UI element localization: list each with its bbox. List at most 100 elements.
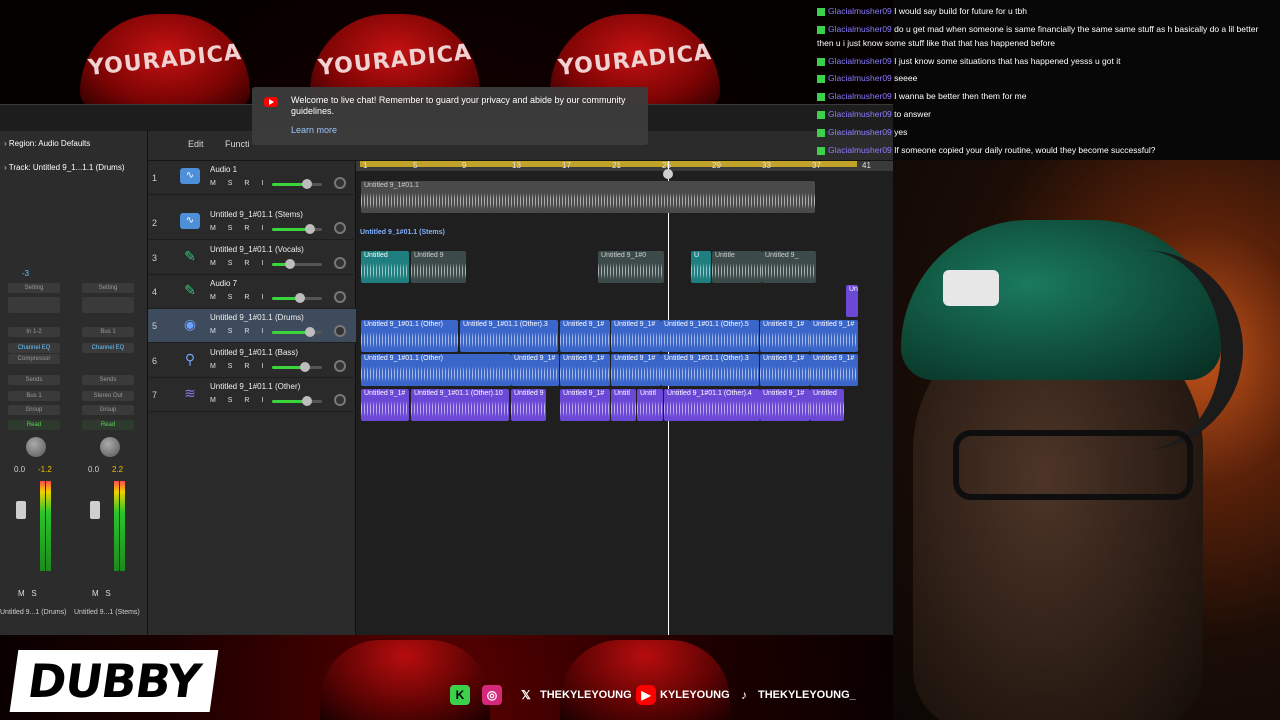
volume-handle[interactable] (302, 179, 312, 189)
volume-handle[interactable] (299, 362, 310, 372)
track-mute-solo-record-buttons[interactable]: M S R I (210, 397, 268, 404)
track-name[interactable]: Untitled 9_1#01.1 (Drums) (210, 313, 304, 322)
audio-region[interactable]: Untitled 9_1# (560, 389, 610, 421)
edit-menu[interactable]: Edit (188, 139, 204, 149)
audio-region[interactable]: Untitled 9_1#01.1 (Other).10 (411, 389, 509, 421)
audio-region[interactable]: Untitled 9_1#01.1 (Other) (361, 320, 458, 352)
mute-solo-buttons[interactable]: M S (18, 589, 37, 598)
mute-solo-buttons[interactable]: M S (92, 589, 111, 598)
audio-region[interactable]: Untitled 9_1# (560, 354, 610, 386)
chat-username[interactable]: Glacialmusher09 (828, 109, 892, 119)
audio-region[interactable]: Untitled 9 (511, 389, 546, 421)
volume-slider[interactable] (272, 293, 322, 303)
channel-eq-slot[interactable]: Channel EQ (82, 343, 134, 353)
setting-button[interactable]: Setting (82, 283, 134, 293)
audio-region[interactable]: Untitl (611, 389, 636, 421)
setting-button[interactable]: Setting (8, 283, 60, 293)
track-name[interactable]: Audio 1 (210, 165, 237, 174)
chat-username[interactable]: Glacialmusher09 (828, 6, 892, 16)
eq-thumbnail[interactable] (82, 297, 134, 313)
audio-region[interactable]: Untitled 9_1# (560, 320, 610, 352)
track-mute-solo-record-buttons[interactable]: M S R I (210, 363, 268, 370)
compressor-slot[interactable]: Compressor (8, 354, 60, 364)
playhead-handle[interactable] (663, 169, 673, 179)
audio-region[interactable]: Untitled 9_1# (611, 354, 661, 386)
volume-fader[interactable] (90, 501, 100, 519)
functions-menu[interactable]: Functi (225, 139, 250, 149)
input-slot[interactable]: In 1-2 (8, 327, 60, 337)
volume-handle[interactable] (294, 293, 305, 303)
volume-handle[interactable] (304, 224, 315, 234)
volume-handle[interactable] (304, 327, 315, 337)
audio-region[interactable]: Untitled 9 (411, 251, 466, 283)
chat-username[interactable]: Glacialmusher09 (828, 91, 892, 101)
audio-region[interactable]: Untitled 9_1# (760, 389, 810, 421)
group-slot[interactable]: Group (8, 405, 60, 415)
group-slot[interactable]: Group (82, 405, 134, 415)
audio-region[interactable]: Untitled 9_1#01.1 (Other) (361, 354, 511, 386)
pan-knob[interactable] (26, 437, 46, 457)
track-name[interactable]: Untitled 9_1#01.1 (Bass) (210, 348, 298, 357)
pan-knob[interactable] (334, 177, 346, 189)
cycle-range[interactable] (360, 161, 857, 167)
audio-region[interactable]: Untitled 9_1# (760, 320, 810, 352)
volume-slider[interactable] (272, 362, 322, 372)
eq-thumbnail[interactable] (8, 297, 60, 313)
learn-more-link[interactable]: Learn more (291, 125, 337, 135)
audio-region[interactable]: Untitled 9_1#01.1 (Other).3 (661, 354, 759, 386)
region-inspector[interactable]: › Region: Audio Defaults (4, 139, 90, 148)
audio-region[interactable]: Untitled 9_1# (511, 354, 559, 386)
channel-eq-slot[interactable]: Channel EQ (8, 343, 60, 353)
audio-region[interactable]: Untitled 9_1# (611, 320, 661, 352)
chat-username[interactable]: Glacialmusher09 (828, 127, 892, 137)
audio-region[interactable]: Untitled (810, 389, 844, 421)
chat-username[interactable]: Glacialmusher09 (828, 73, 892, 83)
pan-knob[interactable] (334, 325, 346, 337)
track-mute-solo-record-buttons[interactable]: M S R I (210, 260, 268, 267)
audio-region[interactable]: Untitled 9_1#01.1 (361, 181, 815, 213)
pan-knob[interactable] (334, 222, 346, 234)
track-name[interactable]: Audio 7 (210, 279, 237, 288)
audio-region[interactable]: Untitled 9_ (762, 251, 816, 283)
track-header[interactable]: 6 ⚲ Untitled 9_1#01.1 (Bass) M S R I (148, 344, 356, 378)
pan-knob[interactable] (334, 394, 346, 406)
pan-knob[interactable] (334, 257, 346, 269)
volume-slider[interactable] (272, 259, 322, 269)
track-mute-solo-record-buttons[interactable]: M S R I (210, 328, 268, 335)
audio-region[interactable]: Untitl (637, 389, 663, 421)
audio-region[interactable]: Untitled 9_1# (810, 320, 858, 352)
audio-region[interactable]: Untitled (361, 251, 409, 283)
pan-knob[interactable] (100, 437, 120, 457)
audio-region[interactable]: Un (846, 285, 858, 317)
track-mute-solo-record-buttons[interactable]: M S R I (210, 225, 268, 232)
arrange-area[interactable]: 1 5 9 13 17 21 25 29 33 37 41 Untitled 9_1#01.1 Unt… (356, 161, 893, 635)
volume-slider[interactable] (272, 396, 322, 406)
chat-username[interactable]: Glacialmusher09 (828, 56, 892, 66)
track-name[interactable]: Untitled 9_1#01.1 (Vocals) (210, 245, 304, 254)
track-header[interactable]: 1 ∿ Audio 1 M S R I (148, 161, 356, 195)
track-header[interactable]: 5 ◉ Untitled 9_1#01.1 (Drums) M S R I (148, 309, 356, 343)
track-header[interactable]: 3 ✎ Untitled 9_1#01.1 (Vocals) M S R I (148, 241, 356, 275)
audio-region[interactable]: Untitled 9_1#0 (598, 251, 664, 283)
volume-slider[interactable] (272, 224, 322, 234)
automation-mode[interactable]: Read (8, 420, 60, 430)
track-header[interactable]: 2 ∿ Untitled 9_1#01.1 (Stems) M S R I (148, 206, 356, 240)
audio-region[interactable]: Untitled 9_1#01.1 (Other).4 (664, 389, 760, 421)
track-name[interactable]: Untitled 9_1#01.1 (Stems) (210, 210, 303, 219)
chat-username[interactable]: Glacialmusher09 (828, 145, 892, 155)
folder-region-label[interactable]: Untitled 9_1#01.1 (Stems) (360, 229, 445, 236)
audio-region[interactable]: Untitled 9_1#01.1 (Other).5 (661, 320, 759, 352)
volume-fader[interactable] (16, 501, 26, 519)
send-slot[interactable]: Bus 1 (8, 391, 60, 401)
output-slot[interactable]: Stereo Out (82, 391, 134, 401)
track-header[interactable]: 4 ✎ Audio 7 M S R I (148, 275, 356, 309)
volume-slider[interactable] (272, 327, 322, 337)
audio-region[interactable]: U (691, 251, 711, 283)
volume-handle[interactable] (284, 259, 295, 269)
automation-mode[interactable]: Read (82, 420, 134, 430)
chat-username[interactable]: Glacialmusher09 (828, 24, 892, 34)
pan-knob[interactable] (334, 360, 346, 372)
audio-region[interactable]: Untitled 9_1# (760, 354, 810, 386)
volume-slider[interactable] (272, 179, 322, 189)
ruler[interactable]: 1 5 9 13 17 21 25 29 33 37 41 (356, 161, 893, 171)
